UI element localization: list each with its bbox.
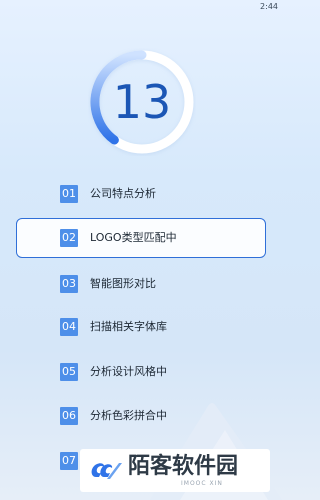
step-label: 公司特点分析 bbox=[90, 187, 156, 200]
watermark-title: 陌客软件园 bbox=[128, 453, 239, 479]
step-label: 分析设计风格中 bbox=[90, 365, 167, 378]
step-number-badge: 05 bbox=[60, 363, 78, 381]
step-number-badge: 02 bbox=[60, 229, 78, 247]
step-label: 分析色彩拼合中 bbox=[90, 409, 167, 422]
step-label: LOGO类型匹配中 bbox=[90, 231, 177, 244]
step-item-5: 05 分析设计风格中 bbox=[16, 352, 266, 392]
watermark-badge: 陌客软件园 IMOOC XIN bbox=[80, 449, 270, 492]
step-number-badge: 03 bbox=[60, 275, 78, 293]
step-number-badge: 04 bbox=[60, 318, 78, 336]
step-number-badge: 07 bbox=[60, 452, 78, 470]
step-item-4: 04 扫描相关字体库 bbox=[16, 307, 266, 347]
step-number-badge: 06 bbox=[60, 407, 78, 425]
step-number-badge: 01 bbox=[60, 185, 78, 203]
step-item-2: 02 LOGO类型匹配中 bbox=[16, 218, 266, 258]
step-item-6: 06 分析色彩拼合中 bbox=[16, 396, 266, 436]
watermark-subtitle: IMOOC XIN bbox=[181, 480, 223, 487]
step-item-3: 03 智能图形对比 bbox=[16, 264, 266, 304]
step-label: 扫描相关字体库 bbox=[90, 320, 167, 333]
step-item-1: 01 公司特点分析 bbox=[16, 174, 266, 214]
step-label: 智能图形对比 bbox=[90, 277, 156, 290]
step-list: 01 公司特点分析 02 LOGO类型匹配中 03 智能图形对比 04 扫描相关… bbox=[0, 0, 282, 500]
watermark-logo-icon bbox=[88, 457, 124, 483]
